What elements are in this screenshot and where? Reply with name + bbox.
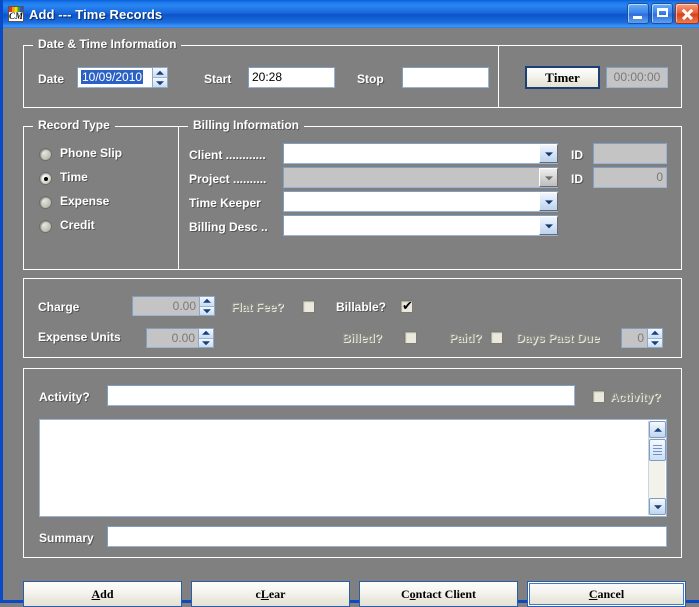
client-id-field (593, 143, 667, 164)
date-time-group-label: Date & Time Information (33, 37, 182, 51)
add-button-accel: A (91, 586, 101, 601)
minimize-button[interactable] (627, 3, 649, 24)
cancel-button-accel: C (588, 586, 598, 601)
add-button-post: dd (100, 586, 114, 601)
expense-units-label: Expense Units (38, 330, 121, 344)
cms-app-icon: CMs (8, 6, 24, 22)
summary-label: Summary (39, 531, 94, 545)
paid-checkbox (490, 331, 503, 344)
radio-credit-label: Credit (60, 218, 95, 232)
scroll-down-button[interactable] (649, 498, 666, 515)
days-past-due-spinner (647, 328, 663, 348)
date-spinner[interactable] (152, 67, 168, 88)
client-label: Client ............ (189, 148, 266, 162)
client-combo-input[interactable] (283, 143, 558, 164)
activity-checkbox (592, 390, 605, 403)
radio-time[interactable] (39, 172, 52, 185)
project-id-label: ID (571, 172, 583, 186)
contact-client-button-post: ntact Client (415, 586, 476, 601)
radio-credit[interactable] (39, 220, 52, 233)
charge-label: Charge (38, 300, 80, 314)
billing-group-label: Billing Information (188, 118, 304, 132)
contact-client-button[interactable]: Co ntact Client (359, 581, 518, 607)
timer-separator (498, 46, 499, 107)
date-input-value: 10/09/2010 (81, 70, 144, 84)
timer-display: 00:00:00 (606, 67, 668, 88)
record-type-group-label: Record Type (33, 118, 115, 132)
timer-button-accel: T (545, 69, 554, 85)
billable-label: Billable? (336, 300, 387, 314)
clear-button-accel: L (260, 586, 269, 601)
cancel-button[interactable]: Cancel (527, 581, 686, 607)
project-id-field: 0 (593, 167, 667, 188)
activity-input[interactable] (107, 385, 575, 406)
summary-input[interactable] (107, 526, 667, 547)
start-label: Start (204, 72, 232, 86)
charge-input: 0.00 (132, 296, 200, 316)
client-id-label: ID (571, 148, 583, 162)
timer-button-label: imer (553, 69, 580, 85)
app-icon-text: CMs (9, 11, 24, 21)
scroll-up-button[interactable] (649, 421, 666, 438)
clear-button[interactable]: c Lear (191, 581, 350, 607)
radio-expense-label: Expense (60, 194, 110, 208)
notes-scrollbar[interactable] (648, 421, 666, 515)
radio-expense[interactable] (39, 196, 52, 209)
billed-label: Billed? (342, 331, 383, 345)
scroll-thumb[interactable] (649, 439, 666, 461)
project-combo-arrow (539, 168, 558, 187)
activity-label: Activity? (39, 390, 90, 404)
window-controls (627, 3, 699, 24)
date-spinner-up[interactable] (153, 68, 167, 78)
time-keeper-combo-arrow[interactable] (539, 192, 558, 211)
expense-units-spinner (198, 328, 214, 348)
stop-time-input[interactable] (402, 67, 489, 88)
billing-desc-label: Billing Desc .. (189, 220, 268, 234)
date-spinner-down[interactable] (153, 78, 167, 87)
days-past-due-input: 0 (621, 328, 648, 348)
timer-button[interactable]: Timer (525, 66, 600, 89)
cancel-button-post: ancel (597, 586, 625, 601)
time-keeper-label: Time Keeper (189, 196, 261, 210)
window-title: Add --- Time Records (29, 6, 163, 22)
close-button[interactable] (675, 3, 699, 24)
start-time-input[interactable]: 20:28 (248, 67, 335, 88)
radio-phone-slip[interactable] (39, 148, 52, 161)
clear-button-post: ear (268, 586, 286, 601)
add-time-records-window: CMs Add --- Time Records Date & Time Inf… (0, 0, 699, 607)
title-bar[interactable]: CMs Add --- Time Records (3, 0, 699, 28)
billed-checkbox (404, 331, 417, 344)
project-label: Project .......... (189, 172, 267, 186)
radio-phone-slip-label: Phone Slip (60, 146, 123, 160)
billing-desc-combo-input[interactable] (283, 215, 558, 236)
billing-desc-combo-arrow[interactable] (539, 216, 558, 235)
activity-checkbox-label: Activity? (610, 390, 661, 404)
contact-client-button-pre: C (401, 586, 410, 601)
radio-time-label: Time (60, 170, 88, 184)
charge-spinner (199, 296, 215, 316)
client-combo-arrow[interactable] (539, 144, 558, 163)
charge-panel (23, 278, 682, 358)
project-combo-input (283, 167, 558, 188)
notes-textarea[interactable] (39, 419, 667, 517)
flat-fee-checkbox (302, 300, 315, 313)
expense-units-input: 0.00 (146, 328, 199, 348)
date-label: Date (38, 72, 65, 86)
flat-fee-label: Flat Fee? (231, 300, 284, 314)
billable-checkbox[interactable]: ✔ (400, 300, 413, 313)
client-area: Date & Time Information Date 10/09/2010 … (6, 28, 699, 607)
paid-label: Paid? (449, 331, 482, 345)
add-button[interactable]: Add (23, 581, 182, 607)
time-keeper-combo-input[interactable] (283, 191, 558, 212)
stop-label: Stop (357, 72, 384, 86)
date-input[interactable]: 10/09/2010 (77, 67, 153, 88)
maximize-button[interactable] (651, 3, 673, 24)
days-past-due-label: Days Past Due (516, 331, 600, 345)
